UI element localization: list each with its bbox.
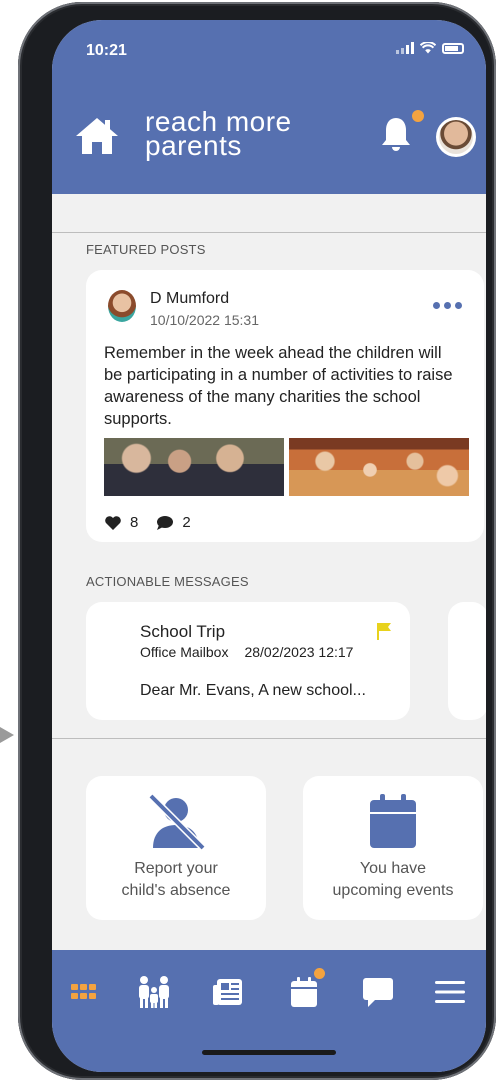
nav-family[interactable] xyxy=(134,972,174,1012)
upcoming-events-tile[interactable]: You have upcoming events xyxy=(303,776,483,920)
section-divider-bottom xyxy=(52,738,486,739)
message-date: 28/02/2023 12:17 xyxy=(244,644,354,660)
nav-messages[interactable] xyxy=(358,972,398,1012)
signal-icon xyxy=(396,42,414,54)
comments-count: 2 xyxy=(182,514,191,531)
calendar-icon xyxy=(370,794,416,848)
section-divider-top xyxy=(52,232,486,233)
nav-menu[interactable] xyxy=(430,972,470,1012)
newspaper-icon xyxy=(213,979,242,1005)
status-time: 10:21 xyxy=(86,42,127,59)
post-stats: 8 2 xyxy=(104,514,191,531)
heart-icon[interactable] xyxy=(104,515,122,531)
chat-icon xyxy=(363,978,393,1007)
nav-apps-grid[interactable] xyxy=(64,972,104,1012)
report-absence-icon xyxy=(148,793,206,851)
upcoming-events-line-1: You have xyxy=(359,860,427,877)
home-indicator[interactable] xyxy=(202,1050,336,1055)
user-avatar[interactable] xyxy=(436,117,476,157)
family-icon xyxy=(139,976,169,1008)
post-date: 10/10/2022 15:31 xyxy=(150,312,259,328)
calendar-badge xyxy=(314,968,325,979)
actionable-message-card-next[interactable] xyxy=(448,602,486,720)
message-meta: Office Mailbox 28/02/2023 12:17 xyxy=(140,644,353,660)
home-icon[interactable] xyxy=(74,116,120,156)
featured-posts-label: FEATURED POSTS xyxy=(86,242,206,257)
menu-icon xyxy=(435,981,465,1003)
likes-count: 8 xyxy=(130,514,139,531)
message-title: School Trip xyxy=(140,622,226,641)
message-sender: Office Mailbox xyxy=(140,644,229,660)
report-absence-label: Report your child's absence xyxy=(86,858,266,902)
actionable-messages-label: ACTIONABLE MESSAGES xyxy=(86,574,249,589)
comment-icon[interactable] xyxy=(154,515,174,531)
report-absence-line-2: child's absence xyxy=(121,882,231,899)
report-absence-tile[interactable]: Report your child's absence xyxy=(86,776,266,920)
post-author-avatar xyxy=(108,290,136,322)
post-body-text: Remember in the week ahead the children … xyxy=(104,344,453,428)
calendar-icon xyxy=(291,977,317,1007)
post-more-options-icon[interactable] xyxy=(433,302,462,309)
post-photo-teachers[interactable] xyxy=(104,438,284,496)
app-screen: 10:21 reach more parents FEATURED POSTS … xyxy=(52,20,486,1072)
featured-post-card[interactable]: D Mumford 10/10/2022 15:31 Remember in t… xyxy=(86,270,484,542)
actionable-message-card[interactable]: School Trip Office Mailbox 28/02/2023 12… xyxy=(86,602,410,720)
user-avatar-photo xyxy=(439,120,473,154)
message-preview: Dear Mr. Evans, A new school... xyxy=(140,682,366,699)
upcoming-events-line-2: upcoming events xyxy=(332,882,454,899)
app-logo: reach more parents xyxy=(145,108,292,161)
phone-frame: 10:21 reach more parents FEATURED POSTS … xyxy=(18,2,496,1080)
post-photo-assembly[interactable] xyxy=(289,438,469,496)
logo-line-2: parents xyxy=(145,130,242,161)
app-header: 10:21 reach more parents xyxy=(52,20,486,194)
report-absence-line-1: Report your xyxy=(134,860,218,877)
battery-icon xyxy=(442,42,464,54)
post-author-name: D Mumford xyxy=(150,290,230,307)
wifi-icon xyxy=(420,42,436,54)
apps-grid-icon xyxy=(71,984,96,999)
status-icons xyxy=(396,42,464,54)
side-arrow-decoration xyxy=(0,727,14,743)
notification-badge xyxy=(412,110,424,122)
nav-news[interactable] xyxy=(208,972,248,1012)
flag-icon xyxy=(377,623,391,640)
notifications-bell-icon[interactable] xyxy=(378,114,414,154)
upcoming-events-label: You have upcoming events xyxy=(303,858,483,902)
